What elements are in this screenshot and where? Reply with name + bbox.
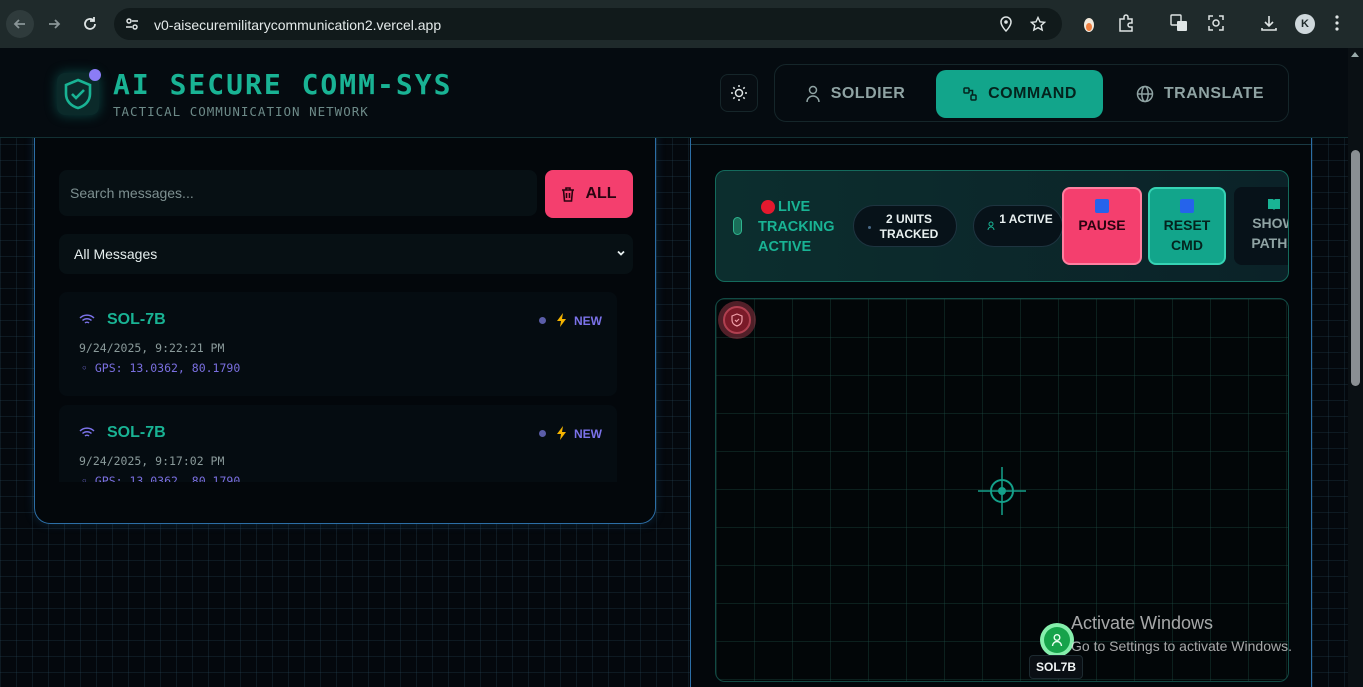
page-scrollbar[interactable] xyxy=(1348,48,1363,687)
shield-check-icon xyxy=(64,78,92,110)
panel-divider xyxy=(691,144,1311,145)
crosshair-icon xyxy=(978,467,1026,515)
lightning-icon xyxy=(557,426,566,440)
message-gps: ◦ GPS: 13.0362, 80.1790 xyxy=(81,361,241,375)
wifi-signal-icon xyxy=(79,427,95,437)
trash-icon xyxy=(562,187,575,202)
unit-marker-inner xyxy=(1044,627,1070,653)
message-card[interactable]: SOL-7B NEW 9/24/2025, 9:22:21 PM ◦ GPS: … xyxy=(59,292,617,396)
bookmark-star-icon[interactable] xyxy=(1030,16,1046,32)
active-units-text: 1 ACTIVE xyxy=(999,212,1053,226)
units-tracked-chip: 2 UNITS TRACKED xyxy=(853,205,957,247)
messages-panel: ALL All Messages SOL-7B NEW 9/24/2025, 9… xyxy=(34,108,656,524)
message-sender: SOL-7B xyxy=(107,424,166,441)
reload-button[interactable] xyxy=(76,10,104,38)
activate-windows-title: Activate Windows xyxy=(1071,613,1214,633)
clear-all-label: ALL xyxy=(585,185,617,202)
download-icon[interactable] xyxy=(1260,14,1278,32)
address-bar[interactable]: v0-aisecuremilitarycommunication2.vercel… xyxy=(114,8,1062,40)
chevron-down-icon xyxy=(617,250,625,256)
unit-label: SOL7B xyxy=(1029,655,1083,679)
message-list[interactable]: SOL-7B NEW 9/24/2025, 9:22:21 PM ◦ GPS: … xyxy=(59,292,633,482)
pause-tracking-button[interactable]: PAUSE xyxy=(1062,187,1142,265)
status-dot xyxy=(539,317,546,324)
tab-soldier[interactable]: SOLDIER xyxy=(795,70,915,118)
new-badge: NEW xyxy=(574,427,602,441)
tab-command-label: COMMAND xyxy=(988,85,1077,102)
browser-toolbar: v0-aisecuremilitarycommunication2.vercel… xyxy=(0,0,1363,48)
paths-label: SHOW PATHS xyxy=(1251,215,1288,251)
globe-icon xyxy=(1136,85,1154,103)
extension-icon[interactable] xyxy=(1082,14,1096,34)
user-icon xyxy=(987,221,995,231)
location-pin-icon[interactable] xyxy=(998,16,1014,32)
wifi-signal-icon xyxy=(79,314,95,324)
reset-label: RESET CMD xyxy=(1163,217,1211,253)
site-settings-icon[interactable] xyxy=(124,16,140,32)
tab-translate[interactable]: TRANSLATE xyxy=(1125,70,1275,118)
hq-command-marker[interactable] xyxy=(718,301,756,339)
app-root: ALL All Messages SOL-7B NEW 9/24/2025, 9… xyxy=(0,48,1363,687)
sun-icon xyxy=(731,85,747,101)
arrow-left-icon xyxy=(13,19,25,29)
new-badge: NEW xyxy=(574,314,602,328)
units-tracked-text: 2 UNITS TRACKED xyxy=(879,212,939,241)
back-button[interactable] xyxy=(6,10,34,38)
filter-selected-value: All Messages xyxy=(74,246,158,262)
map-book-icon xyxy=(1268,199,1280,210)
pause-icon xyxy=(1095,199,1109,213)
url-text[interactable]: v0-aisecuremilitarycommunication2.vercel… xyxy=(154,17,441,33)
reload-icon xyxy=(84,17,96,30)
forward-button[interactable] xyxy=(40,10,68,38)
message-timestamp: 9/24/2025, 9:17:02 PM xyxy=(79,454,225,468)
search-messages-input[interactable] xyxy=(59,170,537,216)
live-tracking-status: LIVE TRACKING ACTIVE xyxy=(758,199,835,255)
tab-translate-label: TRANSLATE xyxy=(1163,85,1265,102)
app-title: AI SECURE COMM-SYS xyxy=(113,68,453,101)
activate-windows-subtitle: Go to Settings to activate Windows. xyxy=(1071,638,1292,654)
status-dot xyxy=(539,430,546,437)
show-paths-button[interactable]: SHOW PATHS xyxy=(1234,187,1288,265)
clear-all-button[interactable]: ALL xyxy=(545,170,633,218)
network-icon xyxy=(963,87,977,101)
status-indicator xyxy=(733,217,742,235)
message-timestamp: 9/24/2025, 9:22:21 PM xyxy=(79,341,225,355)
pause-label: PAUSE xyxy=(1078,217,1126,233)
active-units-chip: 1 ACTIVE xyxy=(973,205,1063,247)
tab-command[interactable]: COMMAND xyxy=(936,70,1103,118)
tracking-status-bar: LIVE TRACKING ACTIVE 2 UNITS TRACKED 1 A… xyxy=(715,170,1289,282)
theme-toggle-button[interactable] xyxy=(720,74,758,112)
page-scroll-thumb[interactable] xyxy=(1351,150,1360,386)
app-subtitle: TACTICAL COMMUNICATION NETWORK xyxy=(113,104,369,119)
page-scroll-up-arrow[interactable] xyxy=(1351,52,1359,57)
chip-dot xyxy=(868,226,871,229)
tab-soldier-label: SOLDIER xyxy=(830,85,906,102)
app-header: AI SECURE COMM-SYS TACTICAL COMMUNICATIO… xyxy=(0,48,1348,138)
puzzle-extensions-icon[interactable] xyxy=(1117,14,1135,32)
shield-icon xyxy=(731,313,743,327)
mode-switcher: SOLDIER COMMAND TRANSLATE xyxy=(774,64,1289,122)
browser-menu-icon[interactable] xyxy=(1334,14,1340,32)
message-card[interactable]: SOL-7B NEW 9/24/2025, 9:17:02 PM ◦ GPS: … xyxy=(59,405,617,482)
user-icon xyxy=(805,85,820,103)
reset-cmd-button[interactable]: RESET CMD xyxy=(1148,187,1226,265)
lightning-icon xyxy=(557,313,566,327)
hq-marker-inner xyxy=(723,306,751,334)
notification-dot xyxy=(89,69,101,81)
screenshot-lens-icon[interactable] xyxy=(1207,14,1225,32)
tracking-panel: LIVE TRACKING ACTIVE 2 UNITS TRACKED 1 A… xyxy=(690,138,1312,687)
message-filter-select[interactable]: All Messages xyxy=(59,234,633,274)
refresh-icon xyxy=(1180,199,1194,213)
unit-marker[interactable] xyxy=(1040,623,1074,657)
message-gps: ◦ GPS: 13.0362, 80.1790 xyxy=(81,474,241,482)
translate-page-icon[interactable] xyxy=(1170,14,1188,32)
arrow-right-icon xyxy=(49,19,61,29)
message-sender: SOL-7B xyxy=(107,311,166,328)
profile-avatar[interactable]: K xyxy=(1295,14,1315,34)
user-icon xyxy=(1051,634,1063,647)
